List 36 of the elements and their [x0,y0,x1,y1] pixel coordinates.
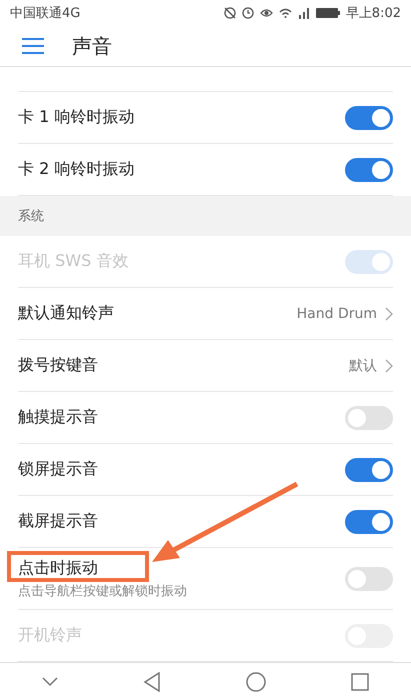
eye-icon [260,8,273,18]
back-icon[interactable] [143,672,162,692]
toggle-switch[interactable] [345,458,393,482]
mute-icon [224,7,236,20]
chevron-icon [385,306,393,321]
toggle-switch[interactable] [345,158,393,182]
battery-icon [316,8,340,18]
chevron-down-icon[interactable] [42,676,58,687]
setting-label: 截屏提示音 [18,511,98,532]
carrier-name: 中国联通4G [10,5,82,22]
setting-description: 点击导航栏按键或解锁时振动 [18,582,187,600]
home-icon[interactable] [246,672,266,692]
toggle-switch[interactable] [345,106,393,130]
setting-label: 耳机 SWS 音效 [18,251,128,272]
signal-icon [298,7,310,20]
recents-icon[interactable] [350,672,369,691]
section-header: 系统 [0,196,411,236]
setting-label: 拨号按键音 [18,355,98,376]
menu-icon[interactable] [22,38,44,54]
setting-value[interactable]: Hand Drum [296,306,377,322]
setting-label: 触摸提示音 [18,407,98,428]
setting-value[interactable]: 默认 [349,356,377,375]
page-title: 声音 [72,32,112,60]
setting-label: 开机铃声 [18,625,82,646]
wifi-icon [278,8,292,18]
setting-label: 默认通知铃声 [18,303,114,324]
setting-label: 卡 2 响铃时振动 [18,159,134,180]
clock: 早上8:02 [346,5,401,22]
toggle-switch[interactable] [345,406,393,430]
alarm-icon [242,7,254,20]
setting-label: 点击时振动 [18,558,98,579]
toggle-switch[interactable] [345,566,393,591]
chevron-icon [385,358,393,373]
setting-label: 锁屏提示音 [18,459,98,480]
toggle-switch[interactable] [345,510,393,534]
setting-label: 卡 1 响铃时振动 [18,107,134,128]
